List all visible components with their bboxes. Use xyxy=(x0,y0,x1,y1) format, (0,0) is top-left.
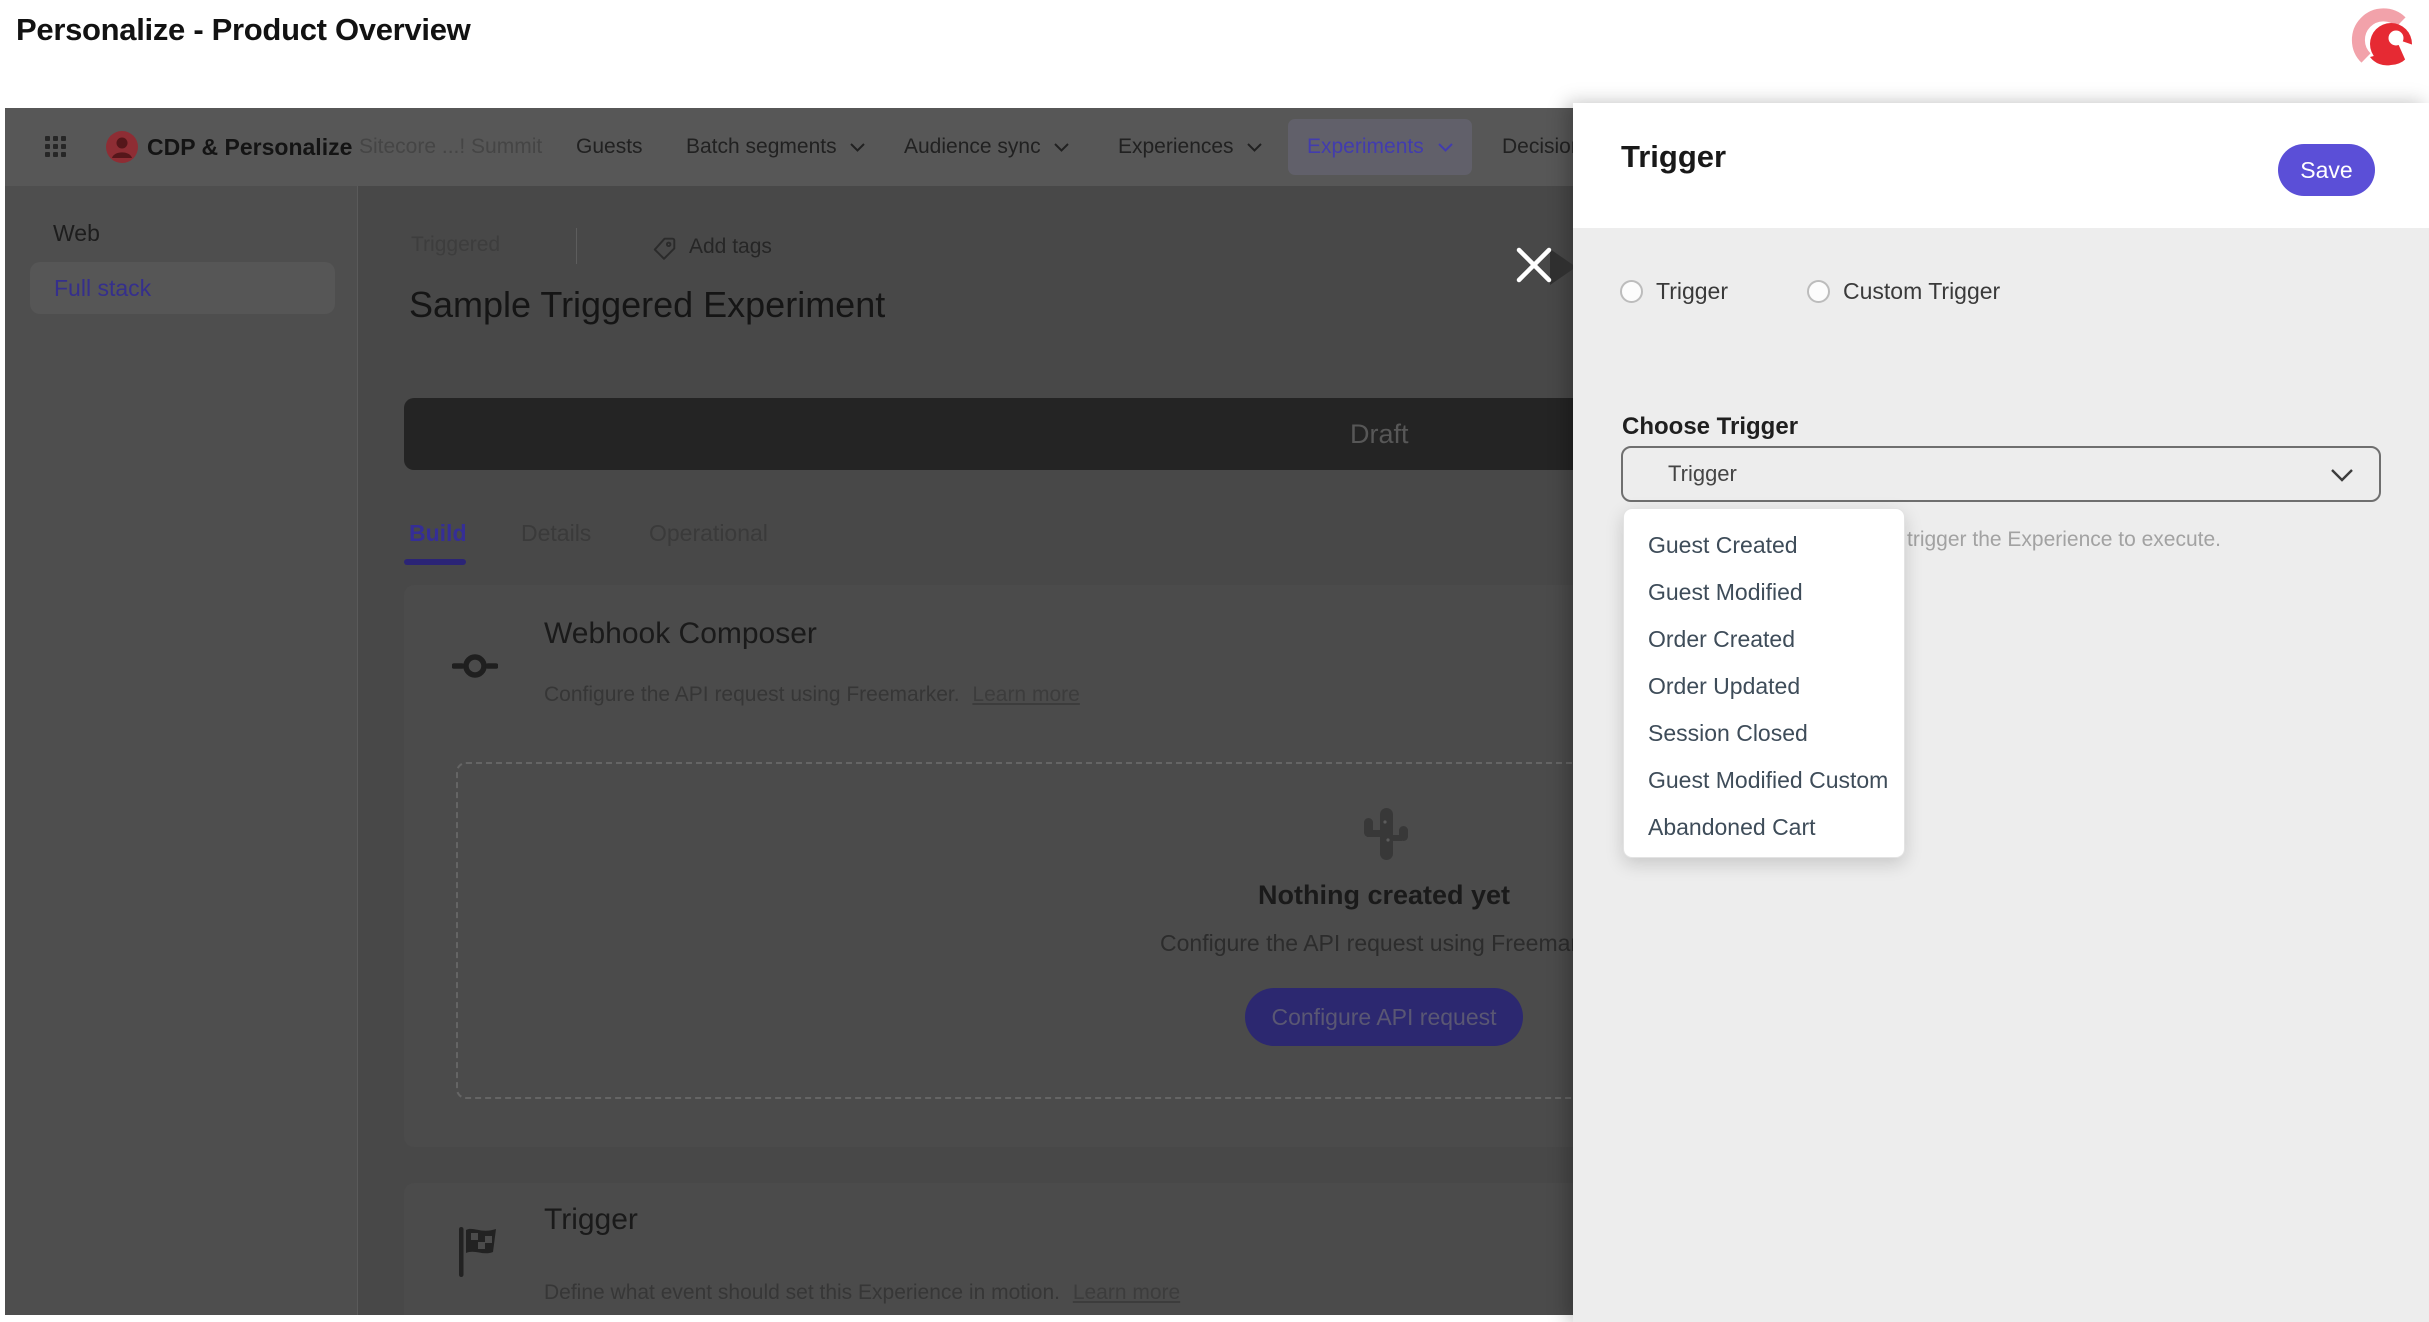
experiment-title: Sample Triggered Experiment xyxy=(409,284,886,325)
page-title: Personalize - Product Overview xyxy=(16,12,471,47)
trigger-card-subtitle: Define what event should set this Experi… xyxy=(544,1281,1181,1304)
close-icon[interactable] xyxy=(1514,245,1554,285)
select-helper-text: trigger the Experience to execute. xyxy=(1907,528,2222,551)
screen: Personalize - Product Overview CDP & Per… xyxy=(0,0,2429,1322)
option-guest-modified[interactable]: Guest Modified xyxy=(1624,569,1904,616)
main-content: Triggered Add tags Sample Triggered Expe… xyxy=(359,186,1573,1315)
chevron-down-icon xyxy=(1246,142,1262,152)
option-order-updated[interactable]: Order Updated xyxy=(1624,663,1904,710)
tab-details[interactable]: Details xyxy=(521,520,591,547)
nav-item-decisioning-clipped[interactable]: Decisioni xyxy=(1502,108,1573,186)
trigger-options-dropdown: Guest Created Guest Modified Order Creat… xyxy=(1623,508,1905,858)
choose-trigger-label: Choose Trigger xyxy=(1622,413,1799,440)
radio-trigger[interactable] xyxy=(1620,280,1643,303)
divider xyxy=(576,228,577,264)
empty-state-dropzone: Nothing created yet Configure the API re… xyxy=(456,762,1573,1099)
app-screenshot-dimmed: CDP & Personalize Sitecore ...! Summit G… xyxy=(5,108,1573,1315)
webhook-card-title: Webhook Composer xyxy=(544,617,817,650)
chevron-down-icon xyxy=(2331,469,2353,482)
learn-more-link[interactable]: Learn more xyxy=(1073,1281,1180,1304)
configure-api-request-button[interactable]: Configure API request xyxy=(1245,988,1523,1046)
save-button[interactable]: Save xyxy=(2278,144,2375,196)
webhook-composer-card: Webhook Composer Configure the API reque… xyxy=(404,585,1573,1147)
radio-custom-trigger-label[interactable]: Custom Trigger xyxy=(1843,278,2000,305)
webhook-icon xyxy=(452,654,498,678)
trigger-select[interactable]: Trigger xyxy=(1621,446,2381,502)
option-guest-modified-custom[interactable]: Guest Modified Custom xyxy=(1624,757,1904,804)
trigger-card-title: Trigger xyxy=(544,1203,638,1236)
drawer-title: Trigger xyxy=(1621,139,1727,174)
webhook-card-subtitle: Configure the API request using Freemark… xyxy=(544,683,1080,706)
tab-operational[interactable]: Operational xyxy=(649,520,768,547)
sidebar-item-full-stack[interactable]: Full stack xyxy=(30,262,335,314)
nav-item-experiments-active[interactable]: Experiments xyxy=(1288,119,1472,175)
add-tags-button[interactable]: Add tags xyxy=(689,235,772,259)
sidebar-item-web[interactable]: Web xyxy=(53,220,100,247)
option-order-created[interactable]: Order Created xyxy=(1624,616,1904,663)
tab-build[interactable]: Build xyxy=(409,520,467,547)
trigger-card: Trigger Define what event should set thi… xyxy=(404,1183,1573,1315)
tag-icon xyxy=(653,237,676,260)
chevron-down-icon xyxy=(849,142,865,152)
cactus-icon xyxy=(1364,808,1408,860)
option-guest-created[interactable]: Guest Created xyxy=(1624,522,1904,569)
experiment-type-label: Triggered xyxy=(411,233,501,256)
chevron-down-icon xyxy=(1053,142,1069,152)
empty-state-subtitle: Configure the API request using Freemark xyxy=(1160,930,1573,956)
sitecore-personalize-logo-icon xyxy=(2351,8,2422,66)
drawer-header: Trigger Save xyxy=(1573,103,2429,228)
app-navbar: CDP & Personalize Sitecore ...! Summit G… xyxy=(5,108,1573,186)
radio-trigger-label[interactable]: Trigger xyxy=(1656,278,1728,305)
tenant-name: Sitecore ...! Summit xyxy=(359,135,543,158)
empty-state-title: Nothing created yet xyxy=(1257,880,1511,910)
status-badge: Draft xyxy=(1350,419,1409,449)
learn-more-link[interactable]: Learn more xyxy=(972,683,1079,706)
option-abandoned-cart[interactable]: Abandoned Cart xyxy=(1624,804,1904,851)
app-switcher-grid-icon[interactable] xyxy=(45,108,68,186)
radio-custom-trigger[interactable] xyxy=(1807,280,1830,303)
option-session-closed[interactable]: Session Closed xyxy=(1624,710,1904,757)
nav-item-audience-sync[interactable]: Audience sync xyxy=(904,108,1069,186)
status-bar: Draft xyxy=(404,398,1573,470)
nav-item-batch-segments[interactable]: Batch segments xyxy=(686,108,865,186)
nav-item-guests[interactable]: Guests xyxy=(576,108,643,186)
trigger-select-value: Trigger xyxy=(1668,461,1737,486)
sidebar: Web Full stack xyxy=(5,186,358,1315)
chevron-down-icon xyxy=(1438,142,1453,152)
active-tab-underline xyxy=(404,559,466,565)
org-avatar[interactable] xyxy=(106,108,138,186)
checkered-flag-icon xyxy=(459,1227,496,1277)
trigger-drawer: Trigger Save Trigger Custom Trigger Choo… xyxy=(1573,103,2429,1322)
nav-item-experiences[interactable]: Experiences xyxy=(1118,108,1262,186)
trigger-type-radio-group: Trigger Custom Trigger xyxy=(1620,278,2000,305)
product-name: CDP & Personalize xyxy=(147,133,353,160)
